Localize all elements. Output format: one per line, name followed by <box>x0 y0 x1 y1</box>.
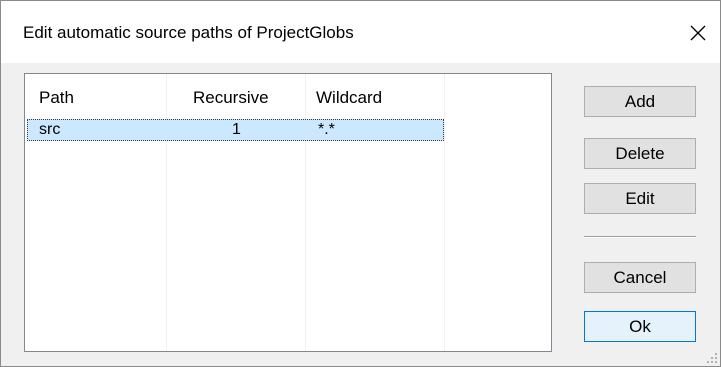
source-paths-list[interactable]: Path Recursive Wildcard src 1 *.* <box>24 73 552 352</box>
column-divider <box>166 74 167 351</box>
dialog-window: Edit automatic source paths of ProjectGl… <box>0 0 721 367</box>
cancel-button[interactable]: Cancel <box>584 262 696 293</box>
delete-button[interactable]: Delete <box>584 138 696 169</box>
column-header-wildcard[interactable]: Wildcard <box>316 88 382 108</box>
column-header-path[interactable]: Path <box>39 88 74 108</box>
list-row-selected[interactable]: src 1 *.* <box>27 119 444 141</box>
cell-recursive: 1 <box>232 121 241 138</box>
edit-button[interactable]: Edit <box>584 183 696 214</box>
button-separator <box>584 236 696 238</box>
close-button[interactable] <box>676 11 720 55</box>
close-icon <box>690 25 706 41</box>
window-title: Edit automatic source paths of ProjectGl… <box>23 23 354 42</box>
cell-path: src <box>39 121 61 138</box>
title-bar[interactable]: Edit automatic source paths of ProjectGl… <box>1 1 720 63</box>
column-divider <box>305 74 306 351</box>
add-button[interactable]: Add <box>584 86 696 117</box>
column-divider <box>444 74 445 351</box>
cell-wildcard: *.* <box>318 121 335 138</box>
column-header-recursive[interactable]: Recursive <box>193 88 269 108</box>
ok-button[interactable]: Ok <box>584 311 696 342</box>
resize-grip-icon[interactable] <box>706 352 718 364</box>
